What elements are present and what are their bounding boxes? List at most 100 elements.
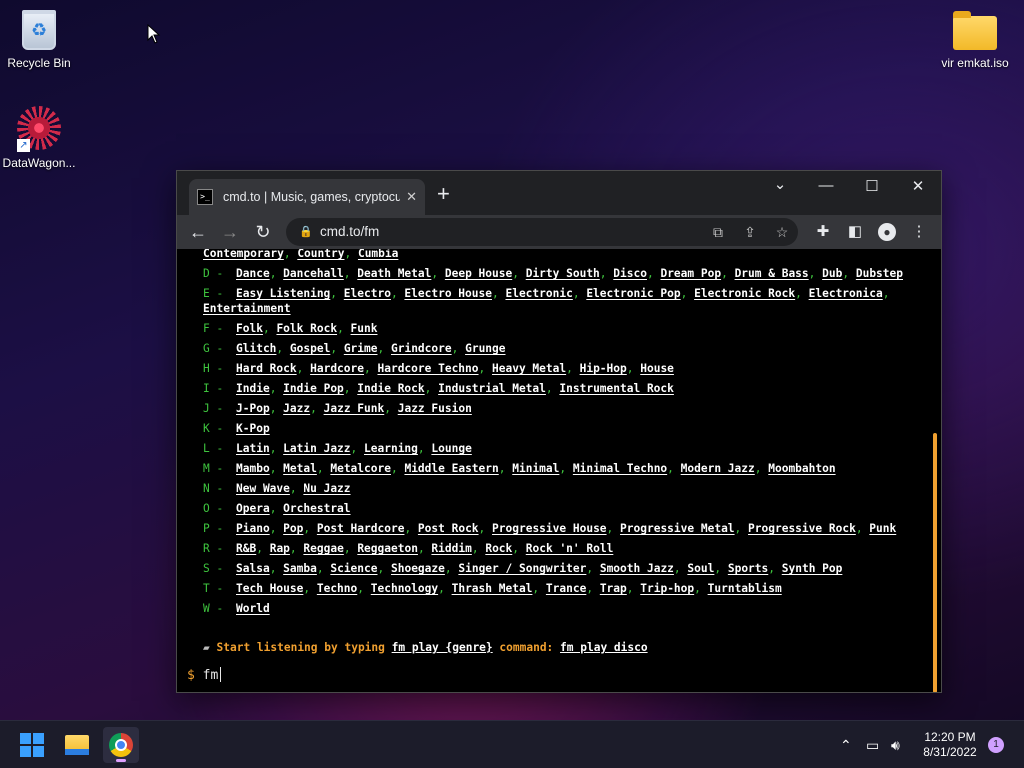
genre-link[interactable]: Grunge: [465, 342, 505, 355]
genre-link[interactable]: Trance: [546, 582, 586, 595]
genre-link[interactable]: Technology: [371, 582, 438, 595]
terminal-prompt[interactable]: $ fm: [187, 667, 222, 683]
genre-link[interactable]: Nu Jazz: [303, 482, 350, 495]
genre-link[interactable]: Trap: [600, 582, 627, 595]
genre-link[interactable]: World: [236, 602, 270, 615]
genre-link[interactable]: Opera: [236, 502, 270, 515]
genre-link[interactable]: Dancehall: [283, 267, 344, 280]
genre-link[interactable]: Reggae: [303, 542, 343, 555]
bookmark-star-icon[interactable]: ☆: [771, 218, 793, 246]
genre-link[interactable]: Electronic: [505, 287, 572, 300]
volume-icon[interactable]: 🔊︎: [891, 721, 900, 768]
genre-link[interactable]: Progressive House: [492, 522, 607, 535]
genre-link[interactable]: Post Hardcore: [317, 522, 405, 535]
prompt-input[interactable]: fm: [203, 668, 219, 683]
taskbar-clock[interactable]: 12:20 PM 8/31/2022: [912, 730, 988, 760]
genre-link[interactable]: Folk: [236, 322, 263, 335]
genre-link[interactable]: Indie: [236, 382, 270, 395]
new-tab-button[interactable]: +: [437, 183, 450, 205]
genre-link[interactable]: Latin Jazz: [283, 442, 350, 455]
genre-link[interactable]: Contemporary: [203, 249, 284, 260]
genre-link[interactable]: Reggaeton: [357, 542, 418, 555]
network-icon[interactable]: ▭: [866, 721, 879, 768]
genre-link[interactable]: Hard Rock: [236, 362, 297, 375]
genre-link[interactable]: Riddim: [431, 542, 471, 555]
desktop-icon-vir-emkat[interactable]: vir emkat.iso: [935, 10, 1015, 70]
address-bar[interactable]: 🔒 cmd.to/fm ⧉ ⇪ ☆: [286, 218, 798, 246]
reload-button[interactable]: ↻: [252, 221, 274, 243]
genre-link[interactable]: Cumbia: [358, 249, 398, 260]
notification-badge[interactable]: 1: [988, 737, 1004, 753]
genre-link[interactable]: Instrumental Rock: [559, 382, 674, 395]
genre-link[interactable]: Indie Pop: [283, 382, 344, 395]
genre-link[interactable]: J-Pop: [236, 402, 270, 415]
genre-link[interactable]: House: [640, 362, 674, 375]
terminal-scrollbar[interactable]: [933, 433, 937, 692]
genre-link[interactable]: Indie Rock: [357, 382, 424, 395]
genre-link[interactable]: Rap: [270, 542, 290, 555]
browser-menu-icon[interactable]: ⋮: [908, 221, 930, 243]
genre-link[interactable]: Synth Pop: [782, 562, 843, 575]
genre-link[interactable]: Lounge: [431, 442, 471, 455]
genre-link[interactable]: Funk: [351, 322, 378, 335]
genre-link[interactable]: Drum & Bass: [735, 267, 809, 280]
share-icon[interactable]: ⇪: [739, 218, 761, 246]
genre-link[interactable]: K-Pop: [236, 422, 270, 435]
genre-link[interactable]: Mambo: [236, 462, 270, 475]
genre-link[interactable]: Jazz Fusion: [398, 402, 472, 415]
genre-link[interactable]: Grindcore: [391, 342, 452, 355]
genre-link[interactable]: Rock 'n' Roll: [526, 542, 614, 555]
genre-link[interactable]: Easy Listening: [236, 287, 330, 300]
tab-close-icon[interactable]: ✕: [406, 189, 417, 205]
genre-link[interactable]: Dirty South: [526, 267, 600, 280]
genre-link[interactable]: Samba: [283, 562, 317, 575]
genre-link[interactable]: Progressive Metal: [620, 522, 735, 535]
genre-link[interactable]: Country: [297, 249, 344, 260]
open-in-app-icon[interactable]: ⧉: [707, 218, 729, 246]
genre-link[interactable]: Metalcore: [330, 462, 391, 475]
genre-link[interactable]: Post Rock: [418, 522, 479, 535]
genre-link[interactable]: Electro: [344, 287, 391, 300]
genre-link[interactable]: Grime: [344, 342, 378, 355]
genre-link[interactable]: Entertainment: [203, 302, 291, 315]
genre-link[interactable]: Moombahton: [768, 462, 835, 475]
genre-link[interactable]: Metal: [283, 462, 317, 475]
genre-link[interactable]: Science: [330, 562, 377, 575]
genre-link[interactable]: Hip-Hop: [580, 362, 627, 375]
genre-link[interactable]: Dubstep: [856, 267, 903, 280]
start-button[interactable]: [14, 727, 50, 763]
genre-link[interactable]: Trip-hop: [640, 582, 694, 595]
genre-link[interactable]: Salsa: [236, 562, 270, 575]
genre-link[interactable]: Middle Eastern: [404, 462, 498, 475]
genre-link[interactable]: Soul: [687, 562, 714, 575]
genre-link[interactable]: Glitch: [236, 342, 276, 355]
genre-link[interactable]: Folk Rock: [276, 322, 337, 335]
genre-link[interactable]: Progressive Rock: [748, 522, 856, 535]
genre-link[interactable]: Turntablism: [708, 582, 782, 595]
genre-link[interactable]: Deep House: [445, 267, 512, 280]
genre-link[interactable]: Smooth Jazz: [600, 562, 674, 575]
genre-link[interactable]: Piano: [236, 522, 270, 535]
file-explorer-button[interactable]: [59, 727, 95, 763]
browser-tab[interactable]: >_ cmd.to | Music, games, cryptocur ✕: [189, 179, 425, 215]
genre-link[interactable]: New Wave: [236, 482, 290, 495]
side-panel-icon[interactable]: ◧: [844, 221, 866, 243]
show-hidden-icons-chevron-icon[interactable]: ⌃: [840, 721, 852, 768]
genre-link[interactable]: Punk: [869, 522, 896, 535]
profile-avatar-icon[interactable]: ●: [876, 221, 898, 243]
genre-link[interactable]: Tech House: [236, 582, 303, 595]
genre-link[interactable]: Industrial Metal: [438, 382, 546, 395]
genre-link[interactable]: Heavy Metal: [492, 362, 566, 375]
forward-button[interactable]: →: [219, 221, 241, 243]
genre-link[interactable]: Electronic Rock: [694, 287, 795, 300]
genre-link[interactable]: Orchestral: [283, 502, 350, 515]
genre-link[interactable]: Minimal: [512, 462, 559, 475]
back-button[interactable]: ←: [187, 221, 209, 243]
genre-link[interactable]: Techno: [317, 582, 357, 595]
genre-link[interactable]: Electronica: [809, 287, 883, 300]
genre-link[interactable]: Sports: [728, 562, 768, 575]
desktop-icon-recycle-bin[interactable]: Recycle Bin: [0, 10, 79, 70]
genre-link[interactable]: R&B: [236, 542, 256, 555]
extensions-puzzle-icon[interactable]: ✚: [812, 221, 834, 243]
tab-search-chevron-icon[interactable]: ⌄: [765, 175, 795, 193]
